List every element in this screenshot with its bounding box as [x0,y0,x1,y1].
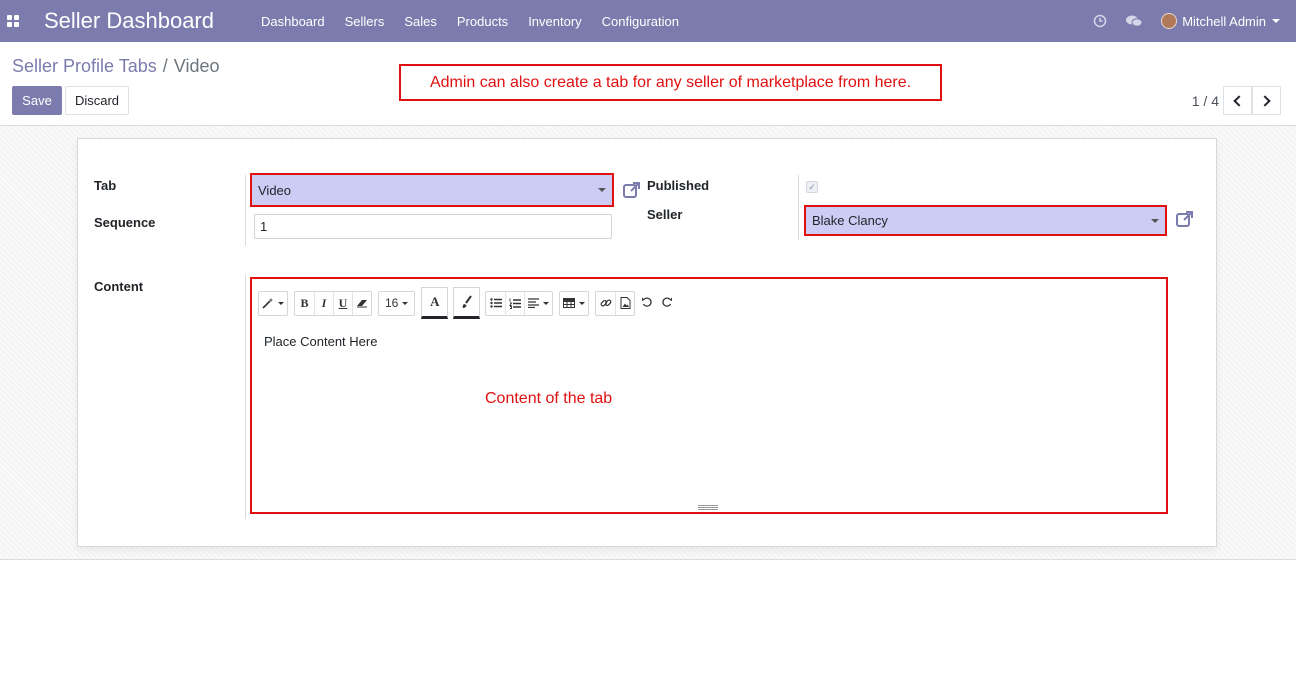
field-divider [245,275,246,519]
discard-button[interactable]: Discard [65,86,129,115]
field-divider [245,175,246,246]
table-icon [563,298,576,308]
list-ol-icon [509,298,522,309]
redo-button[interactable] [661,296,673,311]
external-link-icon[interactable] [1175,209,1195,229]
pager-previous-button[interactable] [1223,86,1252,115]
breadcrumb: Seller Profile Tabs / Video [12,56,219,77]
tab-select[interactable]: Video [250,173,614,207]
breadcrumb-parent[interactable]: Seller Profile Tabs [12,56,157,76]
paragraph-align-dropdown[interactable] [524,291,552,315]
breadcrumb-separator: / [162,56,168,76]
tab-select-value: Video [258,182,292,198]
apps-menu-icon[interactable] [7,15,19,27]
menu-item-sellers[interactable]: Sellers [345,14,385,29]
app-title[interactable]: Seller Dashboard [44,8,214,34]
insert-group [595,290,636,316]
editor-resize-handle[interactable] [698,505,718,510]
image-icon [620,297,631,309]
menu-item-products[interactable]: Products [457,14,508,29]
editor-toolbar: B I U 16 A [258,287,681,319]
eraser-icon [357,300,367,308]
font-size-value: 16 [385,296,399,310]
seller-field-label: Seller [647,207,683,222]
font-size-dropdown[interactable]: 16 [379,292,414,315]
annotation-callout-top: Admin can also create a tab for any sell… [399,64,942,101]
caret-down-icon [598,188,606,192]
bold-button[interactable]: B [295,292,314,315]
caret-down-icon [1151,218,1159,223]
caret-down-icon [402,301,409,305]
form-view-background: Tab Sequence Video 1 Published Seller ✓ … [0,126,1296,560]
font-style-group: B I U [294,290,372,316]
sequence-input[interactable]: 1 [254,214,612,239]
activity-clock-icon[interactable] [1093,14,1107,28]
chevron-right-icon [1259,94,1271,107]
chevron-left-icon [1233,94,1245,107]
top-navbar: Seller Dashboard Dashboard Sellers Sales… [0,0,1296,42]
undo-icon [642,296,653,307]
main-menu: Dashboard Sellers Sales Products Invento… [261,14,699,29]
menu-item-dashboard[interactable]: Dashboard [261,14,325,29]
form-sheet: Tab Sequence Video 1 Published Seller ✓ … [77,138,1217,547]
field-divider [798,175,799,240]
text-color-button[interactable]: A [421,287,449,319]
seller-select[interactable]: Blake Clancy [804,205,1167,236]
navbar-systray: Mitchell Admin [1093,0,1296,42]
font-size-group: 16 [378,290,416,316]
caret-down-icon [579,301,586,305]
save-button[interactable]: Save [12,86,62,115]
style-magic-button[interactable] [259,292,287,315]
control-panel: Seller Profile Tabs / Video Save Discard A… [0,42,1296,126]
user-menu-caret-icon[interactable] [1272,19,1280,23]
redo-icon [662,296,673,307]
sequence-field-label: Sequence [94,215,156,230]
style-group [258,290,288,316]
user-name[interactable]: Mitchell Admin [1182,14,1266,29]
published-field-label: Published [647,178,710,193]
seller-select-value: Blake Clancy [812,213,888,228]
link-icon [600,299,612,307]
unordered-list-button[interactable] [486,292,505,315]
table-dropdown[interactable] [560,292,588,315]
magic-wand-icon [262,298,273,309]
link-button[interactable] [596,292,615,315]
eraser-button[interactable] [352,291,371,315]
html-editor[interactable]: B I U 16 A Place Content Here Content of… [250,277,1168,514]
undo-button[interactable] [641,296,653,311]
paragraph-group [485,290,554,316]
menu-item-inventory[interactable]: Inventory [528,14,581,29]
underline-button[interactable]: U [333,291,352,315]
insert-image-button[interactable] [615,291,634,315]
published-checkbox[interactable]: ✓ [806,181,818,193]
annotation-content: Content of the tab [485,390,613,407]
paint-brush-icon [462,295,472,308]
editor-content[interactable]: Place Content Here [264,334,377,349]
caret-down-icon [543,301,550,305]
caret-down-icon [278,301,284,305]
menu-item-sales[interactable]: Sales [404,14,437,29]
menu-item-configuration[interactable]: Configuration [602,14,679,29]
background-color-button[interactable] [453,287,481,319]
table-group [559,290,590,316]
content-field-label: Content [94,279,144,294]
user-avatar[interactable] [1161,13,1178,29]
align-left-icon [528,298,540,308]
breadcrumb-current: Video [173,56,220,76]
italic-button[interactable]: I [314,291,333,315]
chat-icon[interactable] [1125,14,1143,28]
pager-next-button[interactable] [1252,86,1281,115]
pager-value: 1 / 4 [1191,93,1219,109]
external-link-icon[interactable] [622,180,642,200]
tab-field-label: Tab [94,178,117,193]
ordered-list-button[interactable] [505,291,524,315]
list-ul-icon [490,298,502,308]
